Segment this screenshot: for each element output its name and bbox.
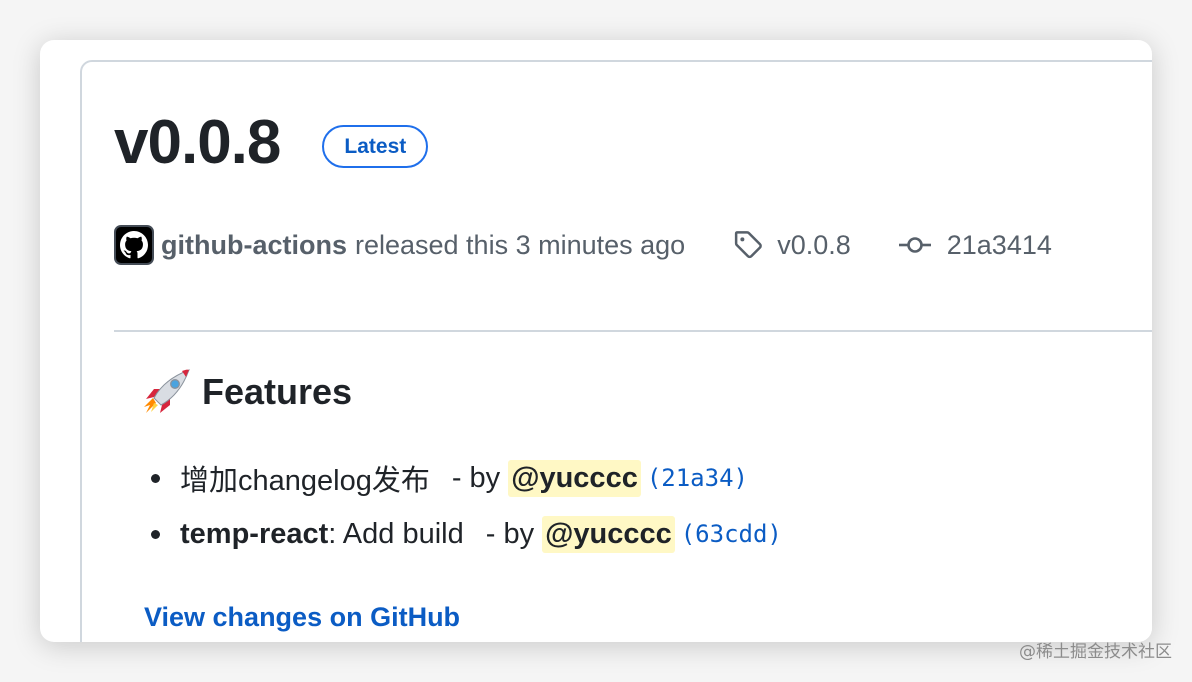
screenshot-window: v0.0.8 Latest github-actions released th… bbox=[40, 40, 1152, 642]
change-by: - by bbox=[451, 461, 501, 494]
list-item: temp-react : Add build - by @yucccc (63c… bbox=[146, 506, 782, 562]
features-heading-text: Features bbox=[202, 371, 353, 412]
tag-icon bbox=[733, 230, 763, 260]
user-mention[interactable]: @yucccc bbox=[542, 515, 675, 553]
release-meta: github-actions released this 3 minutes a… bbox=[114, 225, 1052, 265]
released-time: released this 3 minutes ago bbox=[354, 229, 686, 260]
section-divider bbox=[114, 330, 1152, 332]
user-mention[interactable]: @yucccc bbox=[508, 459, 641, 497]
commit-link[interactable]: 21a3414 bbox=[947, 230, 1052, 261]
git-commit-icon bbox=[898, 235, 931, 255]
change-scope: temp-react bbox=[180, 517, 329, 550]
github-mark-icon[interactable] bbox=[114, 225, 154, 265]
changes-list: 增加changelog发布 - by @yucccc (21a34) temp-… bbox=[146, 450, 782, 562]
commit-hash-link[interactable]: (63cdd) bbox=[681, 520, 782, 548]
view-changes-link[interactable]: View changes on GitHub bbox=[144, 602, 460, 633]
change-text: : Add build bbox=[328, 517, 464, 550]
features-heading: Features bbox=[142, 367, 352, 417]
release-title[interactable]: v0.0.8 bbox=[114, 112, 281, 174]
author-link[interactable]: github-actions bbox=[161, 230, 347, 261]
commit-hash-link[interactable]: (21a34) bbox=[647, 464, 748, 492]
tag-link[interactable]: v0.0.8 bbox=[777, 230, 851, 261]
latest-badge: Latest bbox=[322, 124, 429, 168]
bullet-icon bbox=[151, 473, 160, 483]
release-card: v0.0.8 Latest github-actions released th… bbox=[80, 60, 1152, 642]
rocket-icon bbox=[142, 367, 192, 417]
change-text: 增加changelog发布 bbox=[180, 465, 430, 497]
change-by: - by bbox=[485, 517, 535, 550]
bullet-icon bbox=[151, 529, 160, 539]
watermark: @稀土掘金技术社区 bbox=[1019, 642, 1172, 662]
list-item: 增加changelog发布 - by @yucccc (21a34) bbox=[146, 450, 782, 506]
release-header: v0.0.8 Latest bbox=[114, 112, 429, 174]
